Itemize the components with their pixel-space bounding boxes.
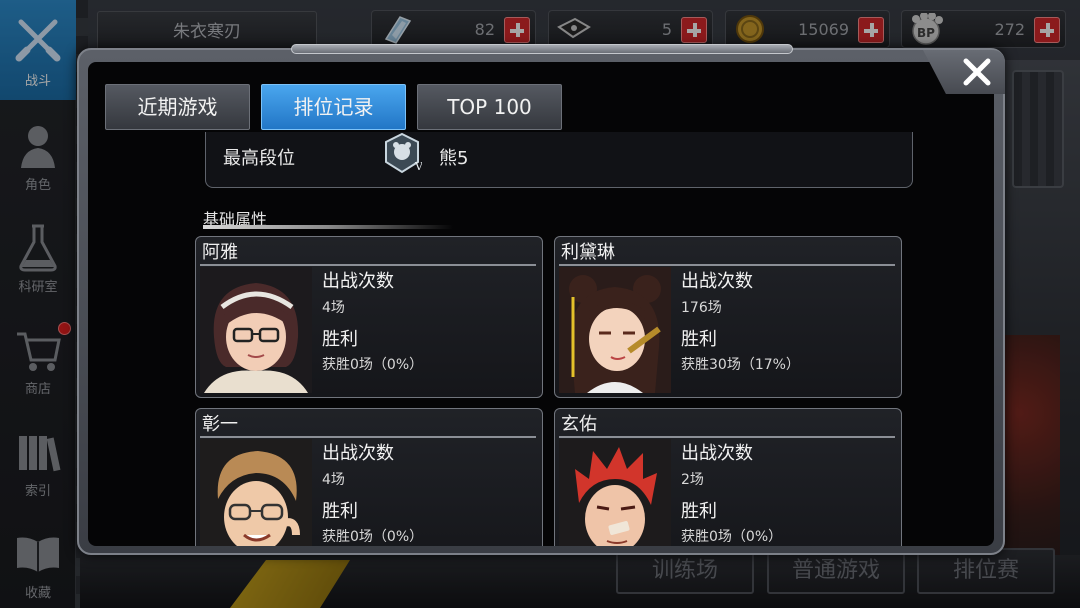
character-portrait-lidailin xyxy=(559,267,671,393)
character-name: 玄佑 xyxy=(561,414,597,435)
highest-rank-value: 熊5 xyxy=(439,148,469,169)
wins-label: 胜利 xyxy=(322,501,358,522)
games-played-value: 4场 xyxy=(322,300,345,316)
tab-recent-games[interactable]: 近期游戏 xyxy=(105,84,250,130)
character-card-aya[interactable]: 阿雅 出战次数 4场 胜利 获胜0场（0%） xyxy=(195,236,543,398)
card-divider xyxy=(559,264,895,266)
wins-value: 获胜0场（0%） xyxy=(322,529,424,545)
character-name: 阿雅 xyxy=(202,242,238,263)
bear-rank-badge-icon: V xyxy=(385,132,422,174)
card-divider xyxy=(559,436,895,438)
dialog-content: 近期游戏 排位记录 TOP 100 最高段位 V 熊5 基础属性 阿雅 出战次数… xyxy=(88,62,994,546)
games-played-label: 出战次数 xyxy=(681,271,753,292)
wins-value: 获胜0场（0%） xyxy=(681,529,783,545)
games-played-label: 出战次数 xyxy=(681,443,753,464)
section-underline xyxy=(203,225,453,229)
games-played-value: 176场 xyxy=(681,300,722,316)
character-portrait-xuanyou xyxy=(559,439,671,546)
character-card-xuanyou[interactable]: 玄佑 出战次数 2场 胜利 获胜0场（0%） xyxy=(554,408,902,546)
tab-top-100[interactable]: TOP 100 xyxy=(417,84,562,130)
character-card-lidailin[interactable]: 利黛琳 出战次数 176场 胜利 获胜30场（17%） xyxy=(554,236,902,398)
games-played-value: 4场 xyxy=(322,472,345,488)
character-name: 彰一 xyxy=(202,414,238,435)
character-card-zhangyi[interactable]: 彰一 出战次数 4场 胜利 获胜0场（0%） xyxy=(195,408,543,546)
character-name: 利黛琳 xyxy=(561,242,615,263)
wins-label: 胜利 xyxy=(681,329,717,350)
svg-text:V: V xyxy=(414,160,422,173)
dialog-top-handle xyxy=(291,44,793,54)
highest-rank-box: 最高段位 V 熊5 xyxy=(205,132,913,188)
tab-ranked-record[interactable]: 排位记录 xyxy=(261,84,406,130)
card-divider xyxy=(200,436,536,438)
wins-value: 获胜30场（17%） xyxy=(681,357,800,373)
character-portrait-zhangyi xyxy=(200,439,312,546)
games-played-label: 出战次数 xyxy=(322,443,394,464)
highest-rank-label: 最高段位 xyxy=(223,148,295,169)
wins-value: 获胜0场（0%） xyxy=(322,357,424,373)
wins-label: 胜利 xyxy=(322,329,358,350)
wins-label: 胜利 xyxy=(681,501,717,522)
games-played-value: 2场 xyxy=(681,472,704,488)
character-portrait-aya xyxy=(200,267,312,393)
games-played-label: 出战次数 xyxy=(322,271,394,292)
card-divider xyxy=(200,264,536,266)
ranked-record-dialog: 近期游戏 排位记录 TOP 100 最高段位 V 熊5 基础属性 阿雅 出战次数… xyxy=(77,44,1005,555)
close-icon xyxy=(963,58,991,86)
